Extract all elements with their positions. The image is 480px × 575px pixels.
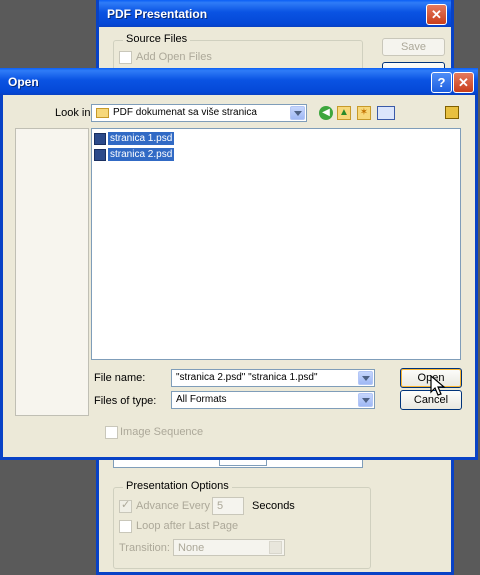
source-files-legend: Source Files [123, 33, 191, 45]
save-button-label: Save [400, 41, 427, 53]
add-open-files-checkbox[interactable] [119, 51, 132, 64]
file-name-text: stranica 1.psd [108, 132, 175, 145]
transition-value: None [178, 542, 205, 554]
presentation-options-legend: Presentation Options [123, 480, 232, 492]
file-list[interactable]: stranica 1.psd stranica 2.psd [91, 128, 461, 360]
file-name-text: stranica 2.psd [108, 148, 175, 161]
open-dialog-title: Open [8, 75, 39, 89]
help-icon[interactable]: ? [431, 72, 452, 93]
chevron-down-icon[interactable] [290, 106, 305, 120]
mouse-cursor-icon [430, 375, 446, 396]
loop-after-last-page-label: Loop after Last Page [136, 520, 239, 532]
advance-seconds-value: 5 [217, 500, 224, 512]
look-in-value: PDF dokumenat sa više stranica [113, 107, 257, 118]
advance-every-label: Advance Every [136, 500, 210, 512]
files-of-type-label: Files of type: [94, 395, 157, 407]
folder-shortcut-icon[interactable] [445, 106, 459, 119]
open-dialog: Open ? ✕ Look in: PDF dokumenat sa više … [0, 68, 478, 460]
add-open-files-label: Add Open Files [136, 51, 212, 63]
back-icon[interactable]: ◀ [319, 106, 333, 120]
places-bar [15, 128, 89, 416]
chevron-down-icon[interactable] [358, 393, 373, 407]
close-icon[interactable]: ✕ [426, 4, 447, 25]
loop-checkbox[interactable] [119, 520, 132, 533]
advance-seconds-input[interactable]: 5 [212, 497, 244, 515]
psd-file-icon [94, 133, 106, 145]
folder-icon [96, 108, 109, 118]
image-sequence-checkbox[interactable] [105, 426, 118, 439]
transition-select[interactable]: None [173, 539, 285, 556]
file-name-input[interactable]: "stranica 2.psd" "stranica 1.psd" [171, 369, 375, 387]
psd-file-icon [94, 149, 106, 161]
seconds-label: Seconds [252, 500, 295, 512]
transition-label: Transition: [119, 542, 170, 554]
up-folder-icon[interactable]: ▲ [337, 106, 351, 120]
views-menu-icon[interactable] [377, 106, 395, 120]
file-name-value: "stranica 2.psd" "stranica 1.psd" [176, 372, 318, 383]
image-sequence-label: Image Sequence [120, 426, 204, 438]
close-icon[interactable]: ✕ [453, 72, 474, 93]
save-button[interactable]: Save [382, 38, 445, 56]
files-of-type-select[interactable]: All Formats [171, 391, 375, 409]
chevron-down-icon[interactable] [358, 371, 373, 385]
look-in-label: Look in: [55, 107, 94, 119]
look-in-select[interactable]: PDF dokumenat sa više stranica [91, 104, 307, 122]
files-of-type-value: All Formats [176, 394, 227, 405]
chevron-down-icon [269, 541, 282, 554]
file-name-label: File name: [94, 372, 146, 384]
checkmark-icon: ✓ [121, 499, 131, 511]
open-dialog-title-bar[interactable]: Open ? ✕ [0, 68, 478, 95]
pdf-dialog-title-bar[interactable]: PDF Presentation ✕ [99, 0, 451, 27]
pdf-dialog-title: PDF Presentation [107, 7, 208, 21]
new-folder-icon[interactable]: ✶ [357, 106, 371, 120]
